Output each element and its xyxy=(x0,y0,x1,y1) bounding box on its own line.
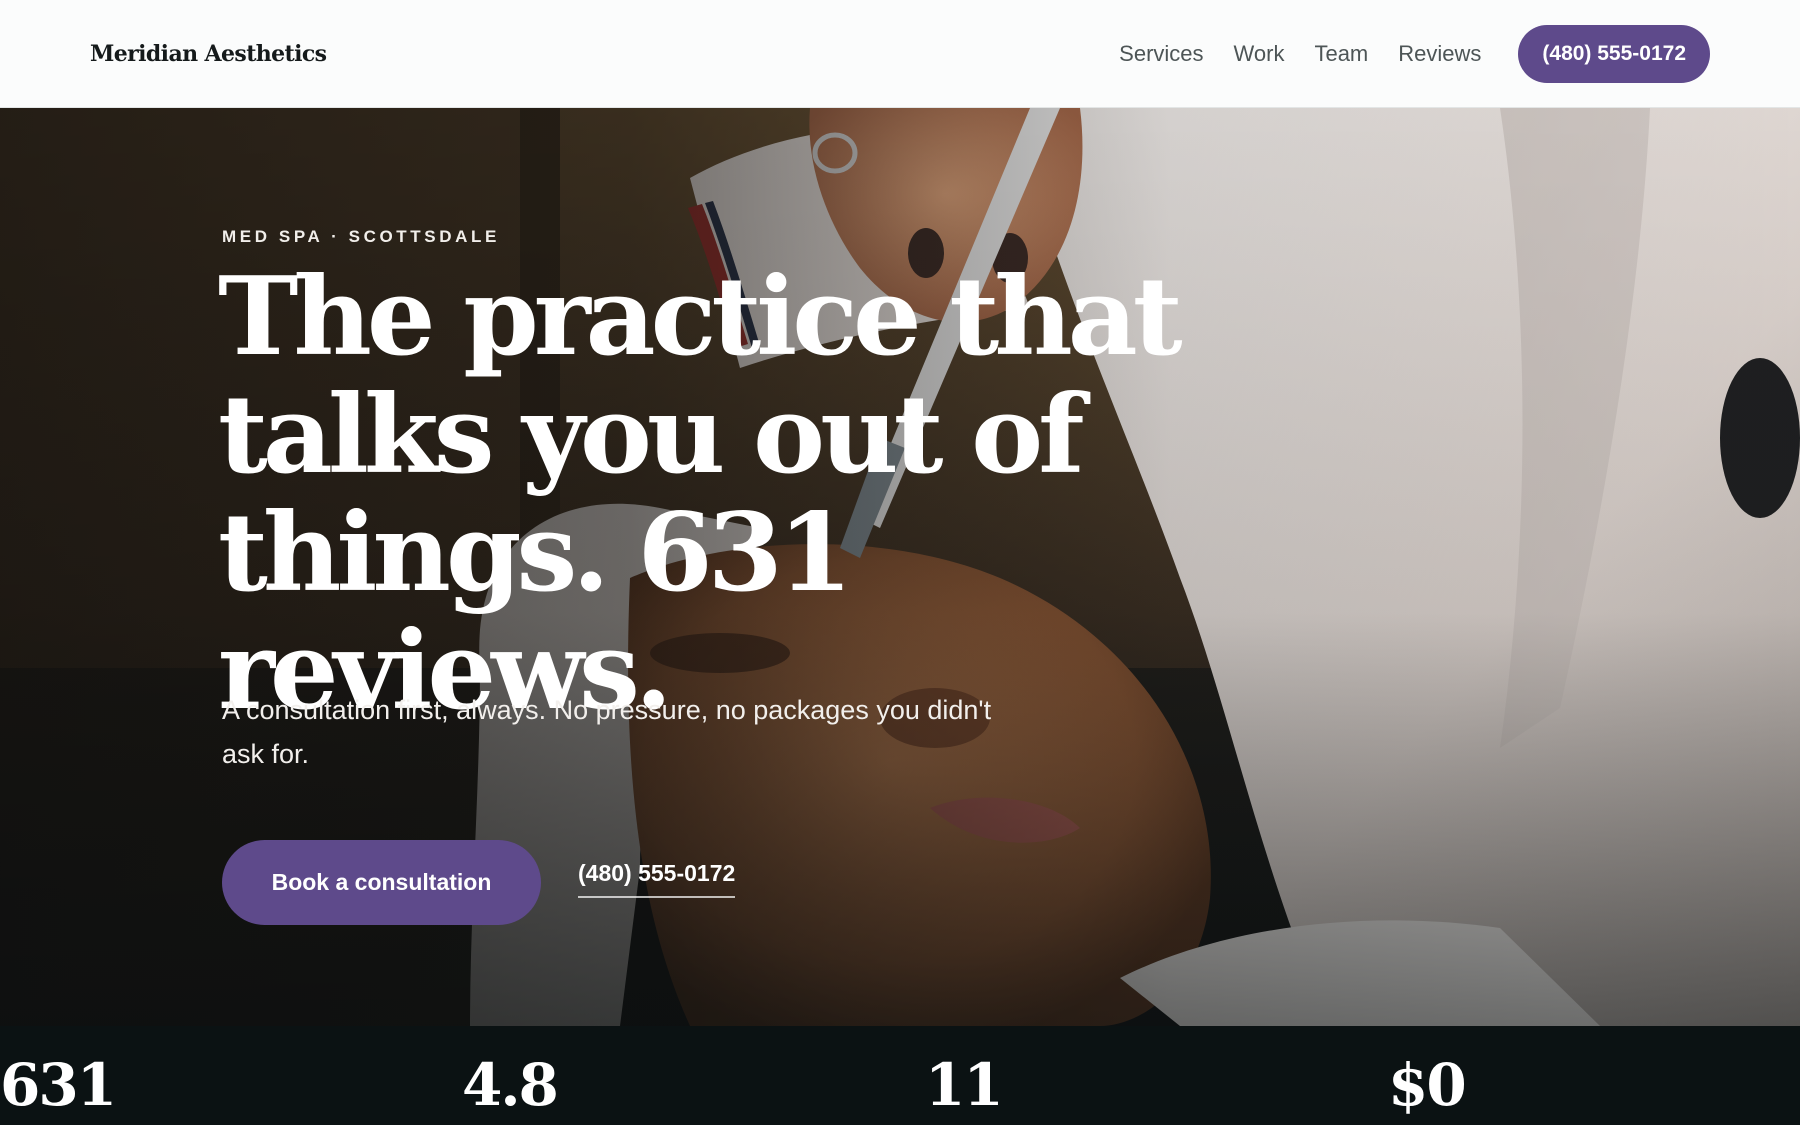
hero-subhead: A consultation first, always. No pressur… xyxy=(222,695,992,769)
stats-strip: 631 4.8 11 $0 xyxy=(0,1026,1800,1125)
nav-link-services[interactable]: Services xyxy=(1119,41,1203,67)
main-nav: Services Work Team Reviews (480) 555-017… xyxy=(1119,24,1710,83)
site-header: Meridian Aesthetics Services Work Team R… xyxy=(0,0,1800,108)
stat-rating: 4.8 xyxy=(462,1051,559,1119)
hero-headline: The practice that talks you out of thing… xyxy=(218,254,1183,734)
nav-link-work[interactable]: Work xyxy=(1234,41,1285,67)
stat-reviews-count: 631 xyxy=(0,1051,117,1119)
stat-eleven: 11 xyxy=(925,1051,1004,1119)
book-consultation-button[interactable]: Book a consultation xyxy=(222,840,541,925)
hero-phone-link[interactable]: (480) 555-0172 xyxy=(578,860,736,898)
stat-zero-cost: $0 xyxy=(1388,1051,1467,1119)
nav-link-team[interactable]: Team xyxy=(1314,41,1368,67)
nav-link-reviews[interactable]: Reviews xyxy=(1398,41,1481,67)
site-logo[interactable]: Meridian Aesthetics xyxy=(90,41,327,67)
hero-section: MED SPA · SCOTTSDALE The practice that t… xyxy=(0,108,1800,1026)
header-phone-button[interactable]: (480) 555-0172 xyxy=(1518,24,1710,83)
hero-eyebrow: MED SPA · SCOTTSDALE xyxy=(222,227,500,246)
